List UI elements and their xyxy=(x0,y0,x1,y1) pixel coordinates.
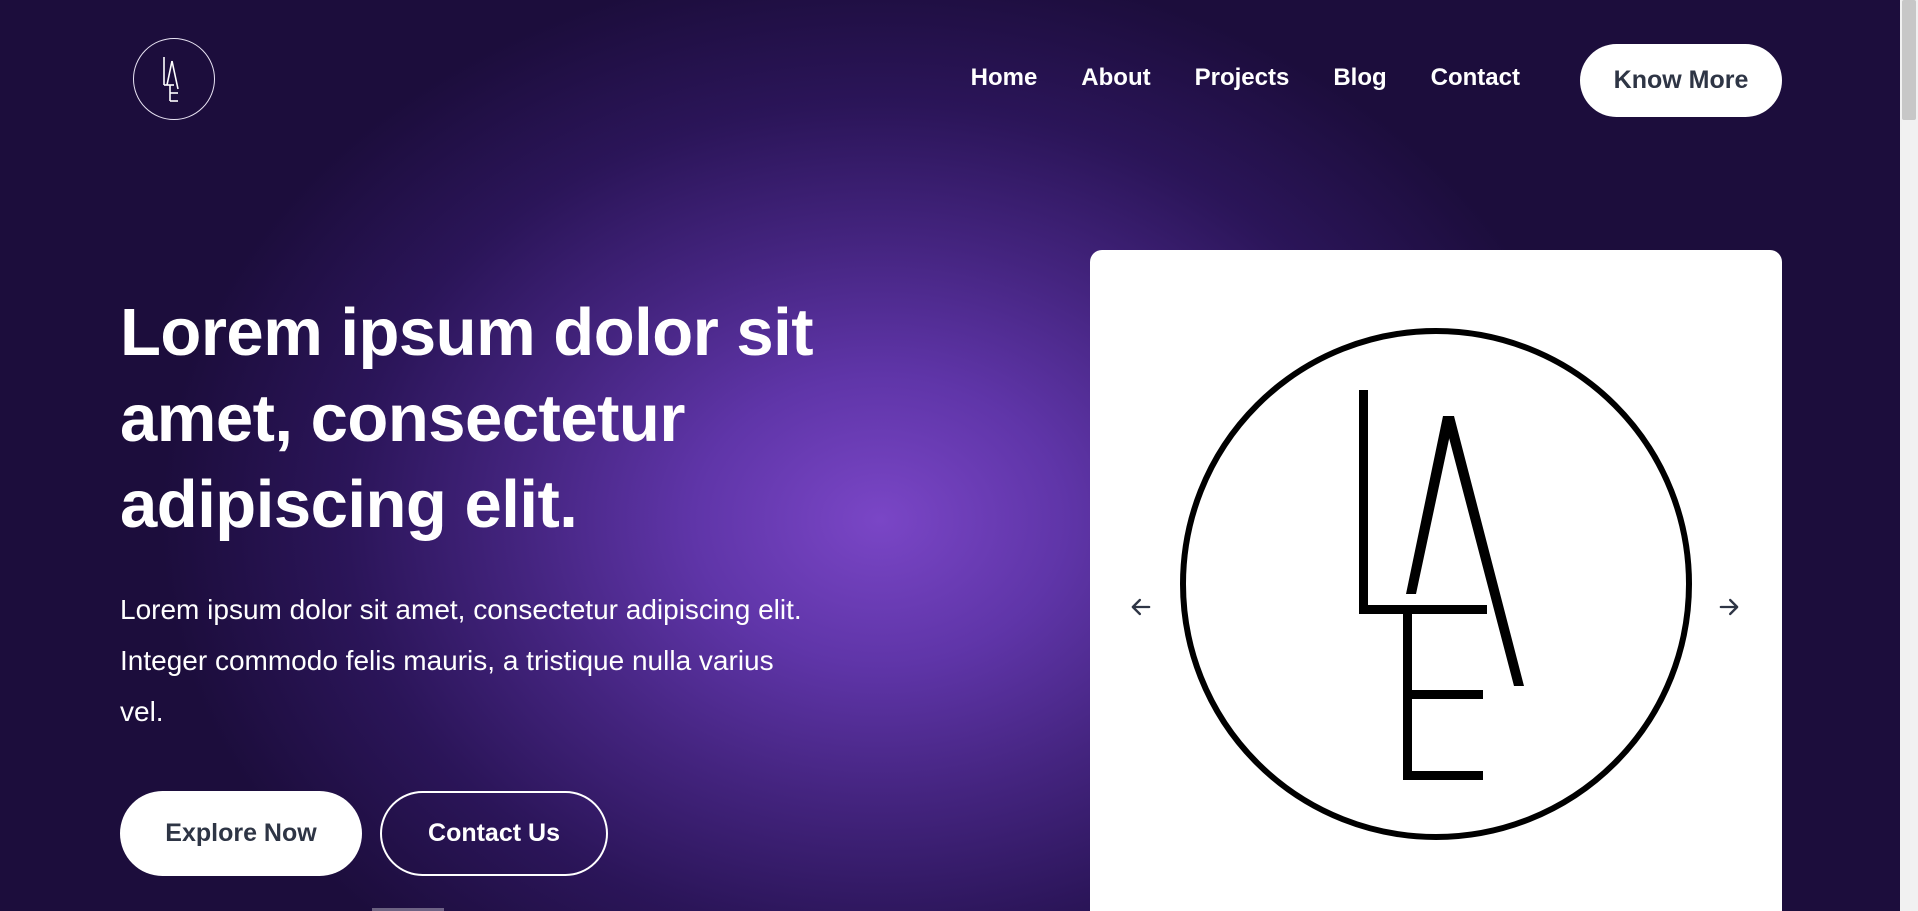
contact-us-button[interactable]: Contact Us xyxy=(380,791,608,876)
explore-now-button[interactable]: Explore Now xyxy=(120,791,362,876)
main-nav: Home About Projects Blog Contact xyxy=(971,64,1520,92)
lae-circle-logo-icon xyxy=(1180,328,1692,840)
carousel-prev-button[interactable] xyxy=(1114,580,1168,634)
nav-contact[interactable]: Contact xyxy=(1431,64,1520,92)
hero-description: Lorem ipsum dolor sit amet, consectetur … xyxy=(120,594,802,727)
arrow-right-icon xyxy=(1719,598,1739,616)
nav-projects[interactable]: Projects xyxy=(1195,64,1290,92)
arrow-left-icon xyxy=(1131,598,1151,616)
page-scrollbar[interactable] xyxy=(1900,0,1918,911)
site-logo[interactable] xyxy=(133,38,215,120)
scrollbar-thumb[interactable] xyxy=(1902,0,1916,120)
lae-monogram-icon xyxy=(163,57,179,102)
nav-home[interactable]: Home xyxy=(971,64,1038,92)
image-carousel xyxy=(1090,250,1782,911)
nav-blog[interactable]: Blog xyxy=(1333,64,1386,92)
know-more-button[interactable]: Know More xyxy=(1580,44,1782,117)
hero-title: Lorem ipsum dolor sit amet, consectetur … xyxy=(120,295,814,542)
carousel-slide-logo xyxy=(1178,326,1694,842)
carousel-next-button[interactable] xyxy=(1702,580,1756,634)
nav-about[interactable]: About xyxy=(1081,64,1150,92)
